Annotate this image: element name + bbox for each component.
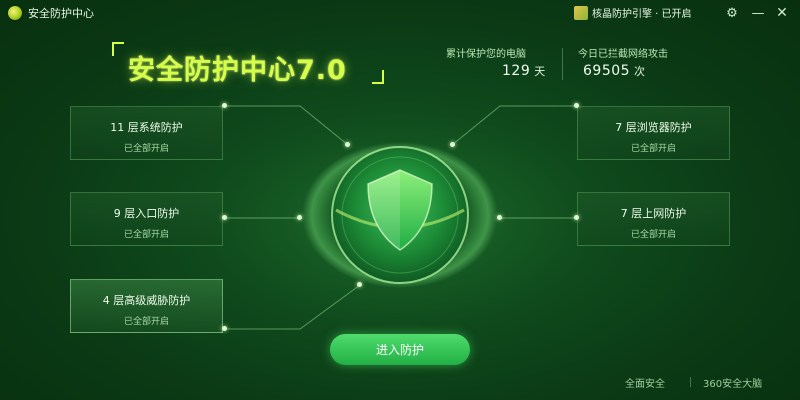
system-protection-name: 11 层系统防护 [110, 121, 183, 134]
entry-protection-status: 已全部开启 [123, 230, 169, 240]
internet-protection-card[interactable]: 7 层上网防护 已全部开启 [577, 192, 730, 246]
advanced-threat-status: 已全部开启 [123, 317, 169, 327]
shield-icon [302, 142, 498, 288]
connector-dot [574, 215, 579, 220]
system-protection-card[interactable]: 11 层系统防护 已全部开启 [70, 106, 223, 160]
internet-protection-status: 已全部开启 [630, 230, 676, 240]
internet-protection-name: 7 层上网防护 [620, 207, 687, 220]
browser-protection-card[interactable]: 7 层浏览器防护 已全部开启 [577, 106, 730, 160]
connector-dot [574, 103, 579, 108]
browser-protection-name: 7 层浏览器防护 [615, 121, 692, 134]
advanced-threat-name: 4 层高级威胁防护 [102, 294, 191, 307]
enter-protection-button[interactable]: 进入防护 [330, 334, 470, 365]
connector-dot [222, 215, 227, 220]
full-security-link[interactable]: 全面安全 [625, 375, 665, 390]
system-protection-status: 已全部开启 [123, 144, 169, 154]
footer-divider [690, 377, 691, 387]
entry-protection-card[interactable]: 9 层入口防护 已全部开启 [70, 192, 223, 246]
shield-orb [300, 140, 500, 290]
connector-dot [222, 103, 227, 108]
browser-protection-status: 已全部开启 [630, 144, 676, 154]
connector-dot [222, 326, 227, 331]
security-brain-link[interactable]: 360安全大脑 [703, 375, 762, 390]
advanced-threat-card[interactable]: 4 层高级威胁防护 已全部开启 [70, 279, 223, 333]
entry-protection-name: 9 层入口防护 [113, 207, 180, 220]
